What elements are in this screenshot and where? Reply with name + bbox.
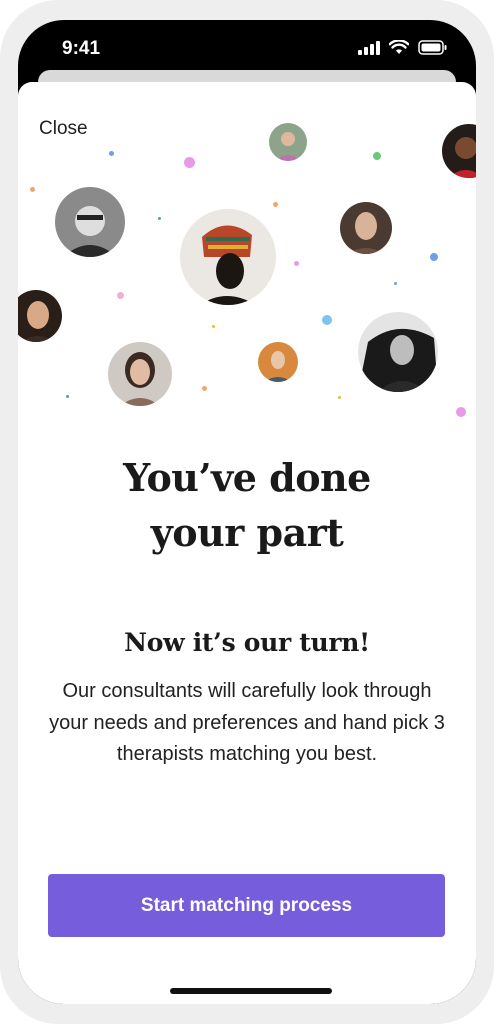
wifi-icon <box>389 40 409 54</box>
phone-frame: 9:41 Close You’ve done your part Now it’… <box>0 0 494 1024</box>
confetti-dot <box>109 151 114 156</box>
confetti-dot <box>212 325 215 328</box>
therapist-avatar-9 <box>358 312 438 392</box>
therapist-avatar-8 <box>258 342 298 382</box>
battery-icon <box>418 40 447 55</box>
subtitle: Now it’s our turn! <box>124 628 370 657</box>
title-line-1: You’ve done <box>123 455 371 500</box>
status-icons <box>358 40 448 55</box>
therapist-avatar-6 <box>18 290 62 342</box>
screen: 9:41 Close You’ve done your part Now it’… <box>18 20 476 1004</box>
confetti-dot <box>394 282 397 285</box>
start-matching-button[interactable]: Start matching process <box>48 874 445 937</box>
status-time: 9:41 <box>62 38 101 59</box>
confetti-dot <box>456 407 466 417</box>
confetti-dot <box>66 395 69 398</box>
confetti-dot <box>373 152 381 160</box>
therapist-avatar-7 <box>108 342 172 406</box>
confetti-dot <box>184 157 195 168</box>
confetti-dot <box>322 315 332 325</box>
confetti-dot <box>338 396 341 399</box>
confetti-dot <box>294 261 299 266</box>
therapist-avatar-1 <box>55 187 125 257</box>
therapist-avatar-5 <box>340 202 392 254</box>
close-button[interactable]: Close <box>39 118 88 140</box>
description-text: Our consultants will carefully look thro… <box>49 680 445 765</box>
title-line-2: your part <box>150 510 344 555</box>
confetti-dot <box>430 253 438 261</box>
therapist-avatar-2 <box>180 209 276 305</box>
confetti-dot <box>202 386 207 391</box>
confetti-dot <box>30 187 35 192</box>
home-indicator <box>170 988 332 994</box>
confetti-dot <box>273 202 278 207</box>
matching-sheet: Close You’ve done your part Now it’s our… <box>18 82 476 1004</box>
confetti-dot <box>117 292 124 299</box>
therapist-avatar-3 <box>269 123 307 161</box>
page-title: You’ve done your part <box>18 450 476 560</box>
confetti-dot <box>158 217 161 220</box>
therapist-avatar-4 <box>442 124 476 178</box>
cellular-signal-icon <box>358 40 380 55</box>
